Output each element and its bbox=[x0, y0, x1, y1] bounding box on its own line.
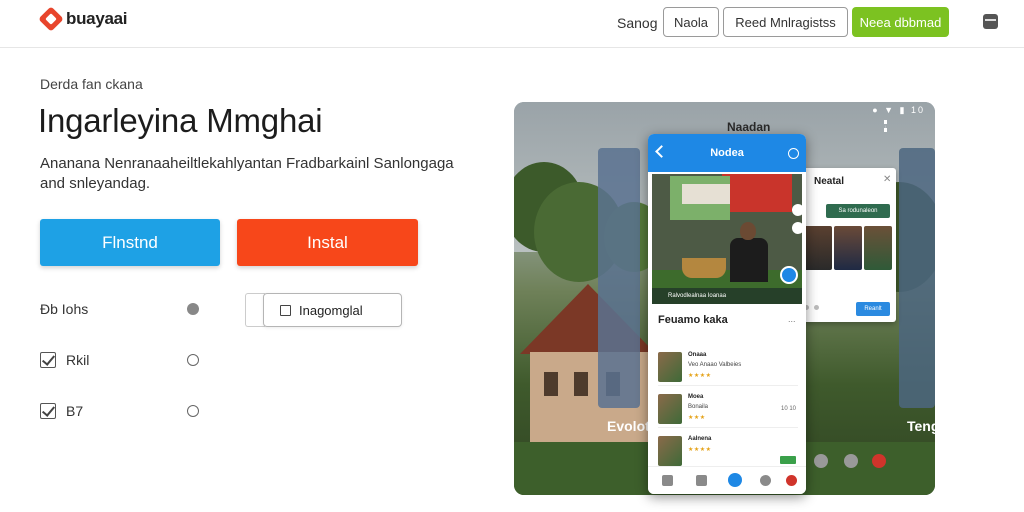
right-card-caption: Teng bbox=[907, 418, 935, 434]
hero-title: Ingarleyina Mmghai bbox=[38, 102, 323, 139]
window bbox=[544, 372, 558, 396]
item-title: Aalnena bbox=[688, 436, 712, 442]
banner bbox=[682, 184, 730, 204]
brand-name: buayaai bbox=[66, 9, 128, 28]
status-bar: ● ▼ ▮ 10 bbox=[872, 105, 925, 115]
nav-link[interactable]: Sanog bbox=[617, 15, 657, 31]
item-rating: ★★★ bbox=[688, 415, 706, 421]
square-icon bbox=[280, 304, 291, 316]
item-thumbnail bbox=[658, 394, 682, 424]
hero-eyebrow: Derda fan ckana bbox=[40, 76, 143, 92]
menu-icon[interactable] bbox=[983, 14, 998, 29]
phone-title: Nodea bbox=[710, 147, 744, 159]
header-button-1[interactable]: Naola bbox=[663, 7, 719, 37]
list-item[interactable]: Moea Bonaila ★★★ 10 10 bbox=[658, 390, 798, 428]
more-icon[interactable] bbox=[884, 120, 887, 132]
logo-icon bbox=[38, 6, 64, 32]
list-item[interactable]: Aalnena ★★★★ bbox=[658, 432, 798, 470]
close-icon[interactable]: ✕ bbox=[883, 174, 891, 185]
phone-bottom-nav bbox=[648, 466, 806, 494]
nav-icon bbox=[872, 454, 886, 468]
phone-app-bar: Nodea bbox=[648, 134, 806, 172]
radio-icon[interactable] bbox=[187, 405, 199, 417]
nav-icon bbox=[814, 454, 828, 468]
popup-button[interactable]: Reanlt bbox=[856, 302, 890, 316]
item-rating: ★★★★ bbox=[688, 373, 712, 379]
item-thumbnail bbox=[658, 352, 682, 382]
compass-icon[interactable] bbox=[728, 473, 742, 487]
preview-title: Naadan bbox=[727, 120, 771, 134]
dot bbox=[814, 305, 819, 310]
nav-icon bbox=[844, 454, 858, 468]
fab-button[interactable] bbox=[780, 266, 798, 284]
item-rating: ★★★★ bbox=[688, 447, 712, 453]
option-row-2[interactable]: Rkil bbox=[40, 352, 89, 368]
left-card-caption: Evolot bbox=[607, 418, 650, 434]
checkbox[interactable] bbox=[40, 352, 56, 368]
radio-icon[interactable] bbox=[187, 354, 199, 366]
banner bbox=[722, 174, 792, 212]
header-primary-button[interactable]: Neea dbbmad bbox=[852, 7, 949, 37]
search-icon[interactable] bbox=[788, 148, 799, 159]
option-row-1[interactable]: Đb Iohs bbox=[40, 301, 88, 317]
globe-icon[interactable] bbox=[760, 475, 771, 486]
popup-tag[interactable]: Sa rodunaleon bbox=[826, 204, 890, 218]
image-caption: Ralvodlealnaa Ioanaa bbox=[652, 288, 802, 304]
checkbox[interactable] bbox=[40, 403, 56, 419]
window bbox=[574, 372, 588, 396]
section-title: Feuamo kaka bbox=[658, 314, 728, 326]
option-label: B7 bbox=[66, 403, 84, 419]
install-button[interactable]: Instal bbox=[237, 219, 418, 266]
list-item[interactable]: Onaaa Veo Anaao Valbeies ★★★★ bbox=[658, 348, 798, 386]
person-thumb bbox=[834, 226, 862, 270]
person-thumb bbox=[804, 226, 832, 270]
item-title: Moea bbox=[688, 394, 704, 400]
item-subtitle: Veo Anaao Valbeies bbox=[688, 362, 742, 368]
library-icon[interactable] bbox=[696, 475, 707, 486]
person-head bbox=[740, 222, 756, 240]
background-card-right bbox=[899, 148, 935, 408]
background-card-left bbox=[598, 148, 640, 408]
language-select[interactable]: Inagomglal bbox=[263, 293, 402, 327]
feature-image[interactable]: Ralvodlealnaa Ioanaa bbox=[652, 174, 802, 304]
primary-cta-button[interactable]: Flnstnd bbox=[40, 219, 220, 266]
item-title: Onaaa bbox=[688, 352, 707, 358]
basket bbox=[682, 258, 726, 278]
home-icon[interactable] bbox=[662, 475, 673, 486]
option-label: Đb Iohs bbox=[40, 301, 89, 317]
option-row-3[interactable]: B7 bbox=[40, 403, 83, 419]
item-subtitle: Bonaila bbox=[688, 404, 709, 410]
phone-mockup: Nodea Ralvodlealnaa Ioanaa Feuamo kaka .… bbox=[648, 134, 806, 494]
hero-subtitle: Ananana Nenranaaheiltlekahlyantan Fradba… bbox=[40, 155, 454, 192]
popup-title: Neatal bbox=[814, 176, 845, 187]
profile-icon[interactable] bbox=[786, 475, 797, 486]
info-icon[interactable] bbox=[187, 303, 199, 315]
item-meta: 10 10 bbox=[780, 406, 796, 412]
more-icon[interactable]: ... bbox=[788, 314, 796, 324]
option-label: Rkil bbox=[66, 352, 90, 368]
chip-icon[interactable] bbox=[792, 204, 802, 216]
person bbox=[730, 238, 768, 282]
person-thumb bbox=[864, 226, 892, 270]
select-label: Inagomglal bbox=[299, 302, 363, 318]
header-button-2[interactable]: Reed Mnlragistss bbox=[723, 7, 848, 37]
item-thumbnail bbox=[658, 436, 682, 466]
item-badge[interactable] bbox=[780, 456, 796, 464]
select-handle[interactable] bbox=[245, 293, 265, 327]
brand-logo[interactable]: buayaai bbox=[38, 6, 128, 32]
top-bar: buayaai Sanog Naola Reed Mnlragistss Nee… bbox=[0, 0, 1024, 48]
chip-icon[interactable] bbox=[792, 222, 802, 234]
